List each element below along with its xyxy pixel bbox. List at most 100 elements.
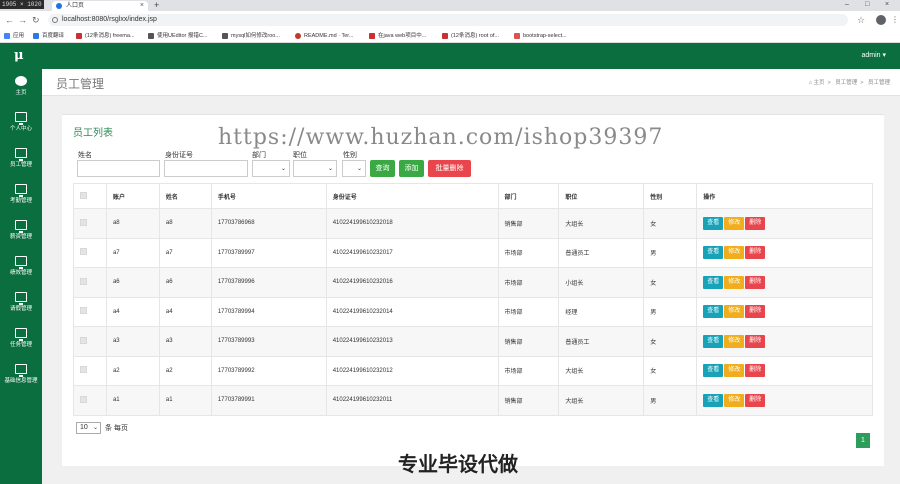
bookmark-item[interactable]: bootstrap-select...: [514, 31, 567, 41]
edit-button[interactable]: 修改: [724, 364, 745, 378]
gender-select[interactable]: ⌄: [342, 160, 366, 177]
view-button[interactable]: 查看: [703, 393, 724, 407]
new-tab-icon[interactable]: +: [154, 0, 159, 10]
maximize-icon[interactable]: □: [865, 0, 869, 10]
page-header: 员工管理 ⌂ 主页 > 员工管理 > 员工管理: [42, 69, 900, 96]
edit-button[interactable]: 修改: [724, 246, 745, 260]
table-row: a2 a2 17703789992 410224199610232012 市场部 大组长女…: [73, 355, 873, 386]
bookmark-item[interactable]: (12条消息) freema...: [76, 31, 135, 41]
profile-icon[interactable]: [876, 15, 886, 25]
cell-id-number: 410224199610232018: [325, 208, 499, 239]
bookmark-item[interactable]: (12条消息) root of...: [442, 31, 499, 41]
position-select[interactable]: ⌄: [293, 160, 337, 177]
cell-department: 市场部: [497, 237, 560, 268]
row-checkbox[interactable]: [73, 326, 107, 357]
row-checkbox[interactable]: [73, 296, 107, 327]
bookmark-item[interactable]: README.md · Ter...: [295, 31, 353, 41]
delete-button[interactable]: 删除: [745, 393, 766, 407]
batch-delete-button[interactable]: 批量删除: [428, 160, 471, 177]
view-button[interactable]: 查看: [703, 246, 724, 260]
edit-button[interactable]: 修改: [724, 305, 745, 319]
sidebar-item-employees[interactable]: 员工管理: [0, 144, 42, 180]
bookmark-favicon-icon: [514, 33, 520, 39]
id-number-input[interactable]: [164, 160, 248, 177]
row-checkbox[interactable]: [73, 208, 107, 239]
bookmark-star-icon[interactable]: ☆: [857, 14, 865, 26]
delete-button[interactable]: 删除: [745, 305, 766, 319]
query-button[interactable]: 查询: [370, 160, 395, 177]
delete-button[interactable]: 删除: [745, 246, 766, 260]
apps-icon: [4, 33, 10, 39]
col-account: 账户: [105, 183, 160, 209]
row-checkbox[interactable]: [73, 267, 107, 298]
sidebar-item-profile[interactable]: 个人中心: [0, 108, 42, 144]
edit-button[interactable]: 修改: [724, 334, 745, 348]
delete-button[interactable]: 删除: [745, 334, 766, 348]
window-close-icon[interactable]: ×: [885, 0, 889, 10]
bookmark-item[interactable]: 应用: [4, 31, 24, 41]
sidebar-item-salary[interactable]: 薪资管理: [0, 216, 42, 252]
sidebar-item-leave[interactable]: 请假管理: [0, 288, 42, 324]
url-input[interactable]: localhost:8080/rsglxx/index.jsp: [48, 14, 848, 26]
row-actions: 查看 修改 删除: [696, 237, 873, 268]
bookmark-item[interactable]: mysql如何修改roo...: [222, 31, 280, 41]
department-select[interactable]: ⌄: [252, 160, 290, 177]
sidebar-item-tasks[interactable]: 任务管理: [0, 324, 42, 360]
breadcrumb-home[interactable]: 主页: [813, 80, 824, 86]
bookmark-favicon-icon: [33, 33, 39, 39]
minimize-icon[interactable]: –: [845, 0, 849, 10]
edit-button[interactable]: 修改: [724, 216, 745, 230]
back-icon[interactable]: ←: [5, 14, 14, 26]
row-checkbox[interactable]: [73, 355, 107, 386]
select-all-checkbox[interactable]: [73, 183, 107, 209]
view-button[interactable]: 查看: [703, 334, 724, 348]
sidebar-item-basic-info[interactable]: 基础信息管理: [0, 360, 42, 396]
edit-button[interactable]: 修改: [724, 275, 745, 289]
reload-icon[interactable]: ↻: [32, 14, 40, 26]
chevron-down-icon: ⌄: [356, 166, 362, 172]
bookmark-item[interactable]: 使用UEditor 报错C...: [148, 31, 207, 41]
view-button[interactable]: 查看: [703, 364, 724, 378]
view-button[interactable]: 查看: [703, 305, 724, 319]
view-button[interactable]: 查看: [703, 216, 724, 230]
sidebar-item-home[interactable]: 主页: [0, 72, 42, 108]
cell-id-number: 410224199610232016: [325, 267, 499, 298]
tab-close-icon[interactable]: ×: [140, 1, 144, 11]
monitor-icon: [15, 256, 27, 269]
sidebar-item-performance[interactable]: 绩效管理: [0, 252, 42, 288]
edit-button[interactable]: 修改: [724, 393, 745, 407]
breadcrumb-section[interactable]: 员工管理: [835, 80, 857, 86]
site-info-icon[interactable]: [52, 17, 58, 23]
sidebar-item-attendance[interactable]: 考勤管理: [0, 180, 42, 216]
cell-account: a8: [105, 208, 160, 239]
add-button[interactable]: 添加: [399, 160, 424, 177]
cell-id-number: 410224199610232017: [325, 237, 499, 268]
browser-menu-icon[interactable]: ⋮: [891, 14, 899, 26]
page-size-select[interactable]: 10 ⌄: [76, 422, 101, 434]
cell-phone: 17703789997: [210, 237, 327, 268]
bookmark-item[interactable]: 百度翻译: [33, 31, 64, 41]
bookmark-item[interactable]: 在java web项目中...: [369, 31, 426, 41]
user-menu[interactable]: admin ▾: [861, 51, 886, 59]
forward-icon[interactable]: →: [18, 14, 27, 26]
cell-position: 大组长: [558, 208, 645, 239]
row-actions: 查看 修改 删除: [696, 267, 873, 298]
view-button[interactable]: 查看: [703, 275, 724, 289]
row-actions: 查看 修改 删除: [696, 355, 873, 386]
row-checkbox[interactable]: [73, 385, 107, 416]
watermark-slogan: 专业毕设代做: [398, 454, 518, 476]
cell-account: a6: [105, 267, 160, 298]
page-number-button[interactable]: 1: [856, 433, 870, 448]
cell-id-number: 410224199610232014: [325, 296, 499, 327]
monitor-icon: [15, 148, 27, 161]
delete-button[interactable]: 删除: [745, 216, 766, 230]
delete-button[interactable]: 删除: [745, 275, 766, 289]
browser-tab[interactable]: 人口页 ×: [52, 1, 148, 11]
col-actions: 操作: [696, 183, 873, 209]
name-input[interactable]: [77, 160, 160, 177]
row-checkbox[interactable]: [73, 237, 107, 268]
delete-button[interactable]: 删除: [745, 364, 766, 378]
bookmark-favicon-icon: [148, 33, 154, 39]
app-logo[interactable]: μ: [14, 48, 24, 63]
os-badge: 1905 × 1020: [0, 0, 44, 9]
